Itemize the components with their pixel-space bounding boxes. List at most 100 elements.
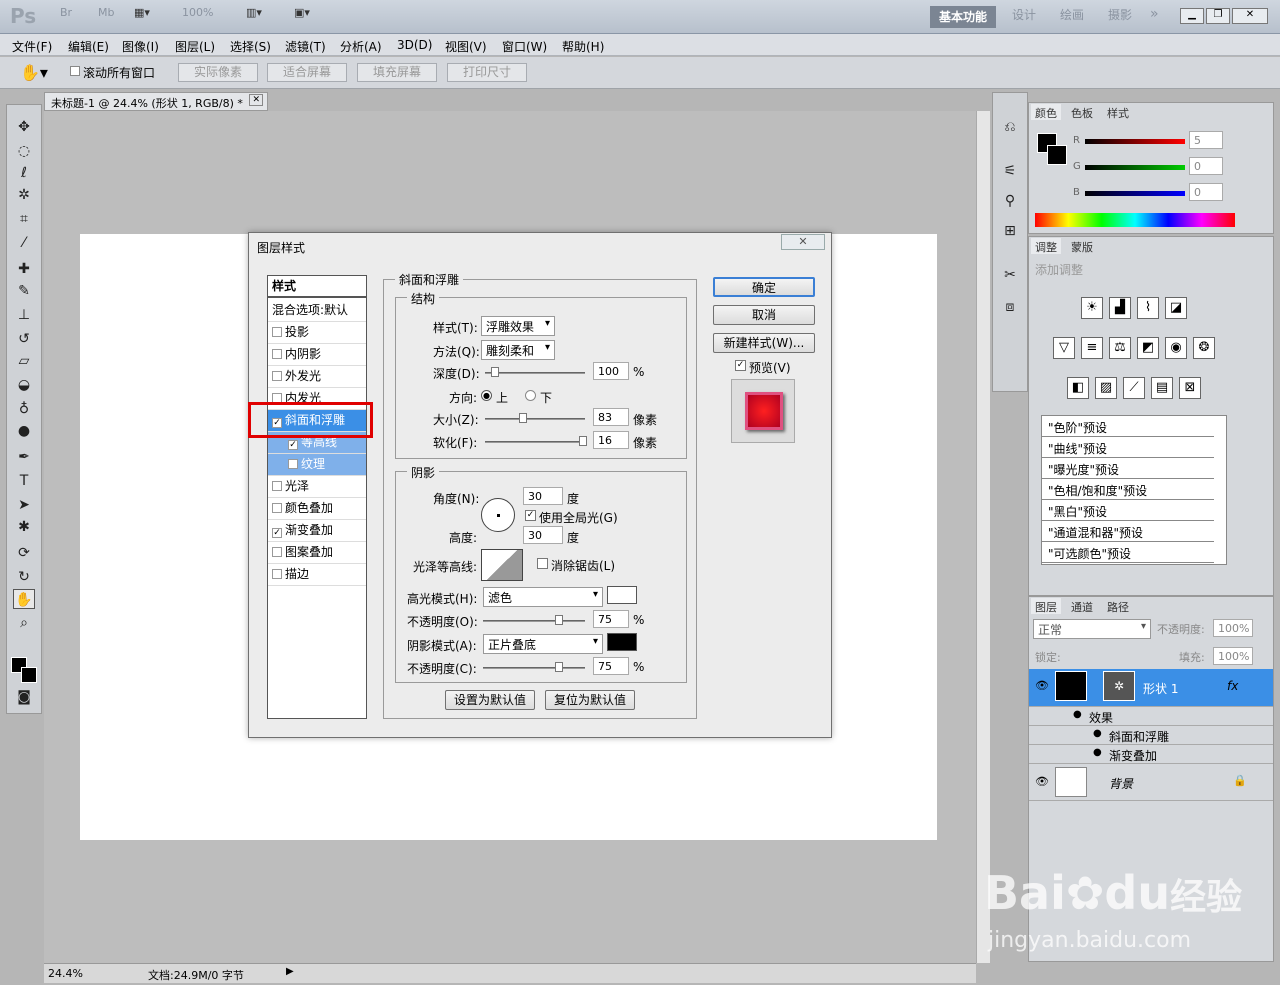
menu-analysis[interactable]: 分析(A) <box>340 38 382 55</box>
preset-exposure[interactable]: "曝光度"预设 <box>1042 458 1214 479</box>
burn-tool-icon[interactable]: ● <box>13 421 35 441</box>
clone-source-icon[interactable]: ⚲ <box>999 191 1021 211</box>
checkbox[interactable] <box>272 547 282 557</box>
reset-default-button[interactable]: 复位为默认值 <box>545 690 635 710</box>
layer-opacity-input[interactable]: 100% <box>1213 619 1253 637</box>
menu-image[interactable]: 图像(I) <box>122 38 159 55</box>
exposure-icon[interactable]: ◪ <box>1165 297 1187 319</box>
style-item-texture[interactable]: 纹理 <box>268 454 366 476</box>
fill-input[interactable]: 100% <box>1213 647 1253 665</box>
mini-bridge-button[interactable]: Mb <box>98 6 114 28</box>
gradient-map-icon[interactable]: ▤ <box>1151 377 1173 399</box>
print-size-button[interactable]: 打印尺寸 <box>447 63 527 82</box>
tab-channels[interactable]: 通道 <box>1067 598 1097 614</box>
cancel-button[interactable]: 取消 <box>713 305 815 325</box>
close-doc-icon[interactable]: ✕ <box>249 94 263 106</box>
menu-3d[interactable]: 3D(D) <box>397 38 432 52</box>
tab-color[interactable]: 颜色 <box>1031 104 1061 120</box>
pen-tool-icon[interactable]: ✒ <box>13 447 35 467</box>
highlight-opacity-slider[interactable] <box>483 615 585 625</box>
3d-orbit-icon[interactable]: ↻ <box>13 567 35 587</box>
bevel-method-select[interactable]: 雕刻柔和 <box>481 340 555 360</box>
fit-screen-button[interactable]: 适合屏幕 <box>267 63 347 82</box>
shadow-opacity-slider[interactable] <box>483 662 585 672</box>
brush-tool-icon[interactable]: ✎ <box>13 281 35 301</box>
bg-color-swatch[interactable] <box>1047 145 1067 165</box>
brightness-icon[interactable]: ☀ <box>1081 297 1103 319</box>
preset-channel-mixer[interactable]: "通道混和器"预设 <box>1042 521 1214 542</box>
workspace-painting[interactable]: 绘画 <box>1060 6 1084 28</box>
brush-panel-icon[interactable]: ⚟ <box>999 161 1021 181</box>
channel-mixer-icon[interactable]: ❂ <box>1193 337 1215 359</box>
depth-slider[interactable] <box>485 367 585 377</box>
preview-checkbox[interactable]: ✓ <box>735 360 746 371</box>
tab-paths[interactable]: 路径 <box>1103 598 1133 614</box>
styles-header[interactable]: 样式 <box>268 276 366 298</box>
blending-options-item[interactable]: 混合选项:默认 <box>268 300 366 322</box>
background-color-swatch[interactable] <box>21 667 37 683</box>
r-slider[interactable] <box>1085 139 1185 144</box>
direction-down-radio[interactable] <box>525 390 536 401</box>
layer-background[interactable]: 👁 背景 🔒 <box>1029 765 1273 801</box>
soften-input[interactable]: 16 <box>593 431 629 449</box>
extras-icon[interactable]: ▦▾ <box>134 6 150 28</box>
type-tool-icon[interactable]: T <box>13 471 35 491</box>
shadow-opacity-input[interactable]: 75 <box>593 657 629 675</box>
soften-slider[interactable] <box>485 436 587 446</box>
path-select-icon[interactable]: ➤ <box>13 495 35 515</box>
visibility-eye-icon[interactable]: 👁 <box>1035 775 1049 788</box>
curves-icon[interactable]: ⌇ <box>1137 297 1159 319</box>
style-item-outer-glow[interactable]: 外发光 <box>268 366 366 388</box>
checkbox[interactable] <box>272 371 282 381</box>
actual-pixels-button[interactable]: 实际像素 <box>178 63 258 82</box>
direction-up-radio[interactable]: ● <box>481 390 492 401</box>
style-item-inner-shadow[interactable]: 内阴影 <box>268 344 366 366</box>
dialog-close-button[interactable]: ✕ <box>781 234 825 250</box>
zoom-tool-icon[interactable]: ⌕ <box>13 613 35 633</box>
checkbox[interactable] <box>272 481 282 491</box>
paint-bucket-icon[interactable]: ◒ <box>13 375 35 395</box>
levels-icon[interactable]: ▟ <box>1109 297 1131 319</box>
color-balance-icon[interactable]: ⚖ <box>1109 337 1131 359</box>
style-item-satin[interactable]: 光泽 <box>268 476 366 498</box>
size-slider[interactable] <box>485 413 585 423</box>
black-white-icon[interactable]: ◩ <box>1137 337 1159 359</box>
clone-stamp-icon[interactable]: ⊥ <box>13 305 35 325</box>
lasso-tool-icon[interactable]: ℓ <box>13 163 35 183</box>
slider-thumb[interactable] <box>555 615 563 625</box>
tab-adjustments[interactable]: 调整 <box>1031 238 1061 254</box>
shadow-mode-select[interactable]: 正片叠底 <box>483 634 603 654</box>
menu-file[interactable]: 文件(F) <box>12 38 52 55</box>
r-input[interactable]: 5 <box>1189 131 1223 149</box>
checkbox[interactable] <box>272 503 282 513</box>
selective-color-icon[interactable]: ⊠ <box>1179 377 1201 399</box>
checkbox[interactable] <box>272 569 282 579</box>
set-default-button[interactable]: 设置为默认值 <box>445 690 535 710</box>
workspace-photography[interactable]: 摄影 <box>1108 6 1132 28</box>
fill-screen-button[interactable]: 填充屏幕 <box>357 63 437 82</box>
angle-input[interactable]: 30 <box>523 487 563 505</box>
quick-mask-icon[interactable]: ◙ <box>13 687 35 707</box>
effects-row[interactable]: ● 效果 <box>1029 707 1273 726</box>
shape-tool-icon[interactable]: ✱ <box>13 517 35 537</box>
posterize-icon[interactable]: ▨ <box>1095 377 1117 399</box>
status-menu-icon[interactable]: ▶ <box>286 966 294 977</box>
g-input[interactable]: 0 <box>1189 157 1223 175</box>
more-workspaces-icon[interactable]: » <box>1150 6 1159 28</box>
crop-tool-icon[interactable]: ⌗ <box>13 209 35 229</box>
tab-styles[interactable]: 样式 <box>1103 104 1133 120</box>
size-input[interactable]: 83 <box>593 408 629 426</box>
b-slider[interactable] <box>1085 191 1185 196</box>
history-brush-icon[interactable]: ↺ <box>13 329 35 349</box>
effect-gradient-row[interactable]: ● 渐变叠加 <box>1029 745 1273 764</box>
menu-view[interactable]: 视图(V) <box>445 38 487 55</box>
layer-shape-1[interactable]: 👁 ✲ 形状 1 fx <box>1029 669 1273 707</box>
antialias-checkbox[interactable] <box>537 558 548 569</box>
checkbox[interactable] <box>272 349 282 359</box>
history-panel-icon[interactable]: ⎌ <box>999 117 1021 137</box>
eraser-icon[interactable]: ▱ <box>13 351 35 371</box>
close-window-button[interactable]: ✕ <box>1232 8 1268 24</box>
menu-window[interactable]: 窗口(W) <box>502 38 547 55</box>
slider-thumb[interactable] <box>519 413 527 423</box>
blend-mode-select[interactable]: 正常 <box>1033 619 1151 639</box>
